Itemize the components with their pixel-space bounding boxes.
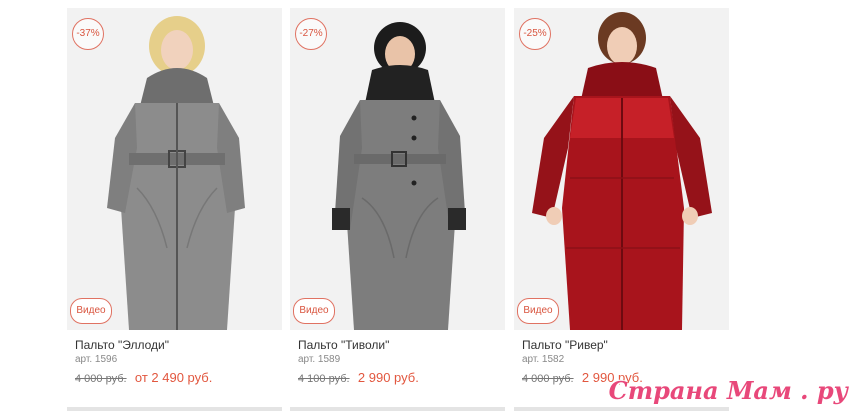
product-title[interactable]: Пальто "Эллоди" <box>75 338 282 352</box>
video-button[interactable]: Видео <box>517 298 559 324</box>
video-button[interactable]: Видео <box>70 298 112 324</box>
next-row-edge <box>67 407 282 411</box>
old-price: 4 100 руб. <box>298 373 350 385</box>
product-photo[interactable]: -27% Видео <box>290 8 505 330</box>
coat-model-image <box>67 8 282 330</box>
product-title[interactable]: Пальто "Ривер" <box>522 338 729 352</box>
next-row-edge <box>290 407 505 411</box>
product-card[interactable]: -27% Видео Пальто "Тиволи" арт. 1589 4 1… <box>290 8 505 385</box>
new-price: от 2 490 руб. <box>134 370 213 385</box>
product-card[interactable]: -25% Видео Пальто "Ривер" арт. 1582 4 00… <box>514 8 729 385</box>
discount-badge: -37% <box>72 18 104 50</box>
old-price: 4 000 руб. <box>522 373 574 385</box>
discount-badge: -27% <box>295 18 327 50</box>
site-watermark: Страна Мам . ру <box>608 376 848 405</box>
price-row: 4 100 руб. 2 990 руб. <box>298 370 505 385</box>
product-title[interactable]: Пальто "Тиволи" <box>298 338 505 352</box>
discount-badge: -25% <box>519 18 551 50</box>
product-grid: -37% Видео Пальто "Эллоди" арт. 1596 4 0… <box>0 0 860 411</box>
product-sku: арт. 1582 <box>522 354 565 365</box>
old-price: 4 000 руб. <box>75 373 127 385</box>
product-card[interactable]: -37% Видео Пальто "Эллоди" арт. 1596 4 0… <box>67 8 282 385</box>
next-row-edge <box>514 407 729 411</box>
product-sku: арт. 1596 <box>75 354 118 365</box>
video-button[interactable]: Видео <box>293 298 335 324</box>
product-sku: арт. 1589 <box>298 354 341 365</box>
coat-model-image <box>290 8 505 330</box>
price-row: 4 000 руб. от 2 490 руб. <box>75 370 282 385</box>
coat-model-image <box>514 8 729 330</box>
new-price: 2 990 руб. <box>357 370 419 385</box>
product-photo[interactable]: -25% Видео <box>514 8 729 330</box>
product-photo[interactable]: -37% Видео <box>67 8 282 330</box>
